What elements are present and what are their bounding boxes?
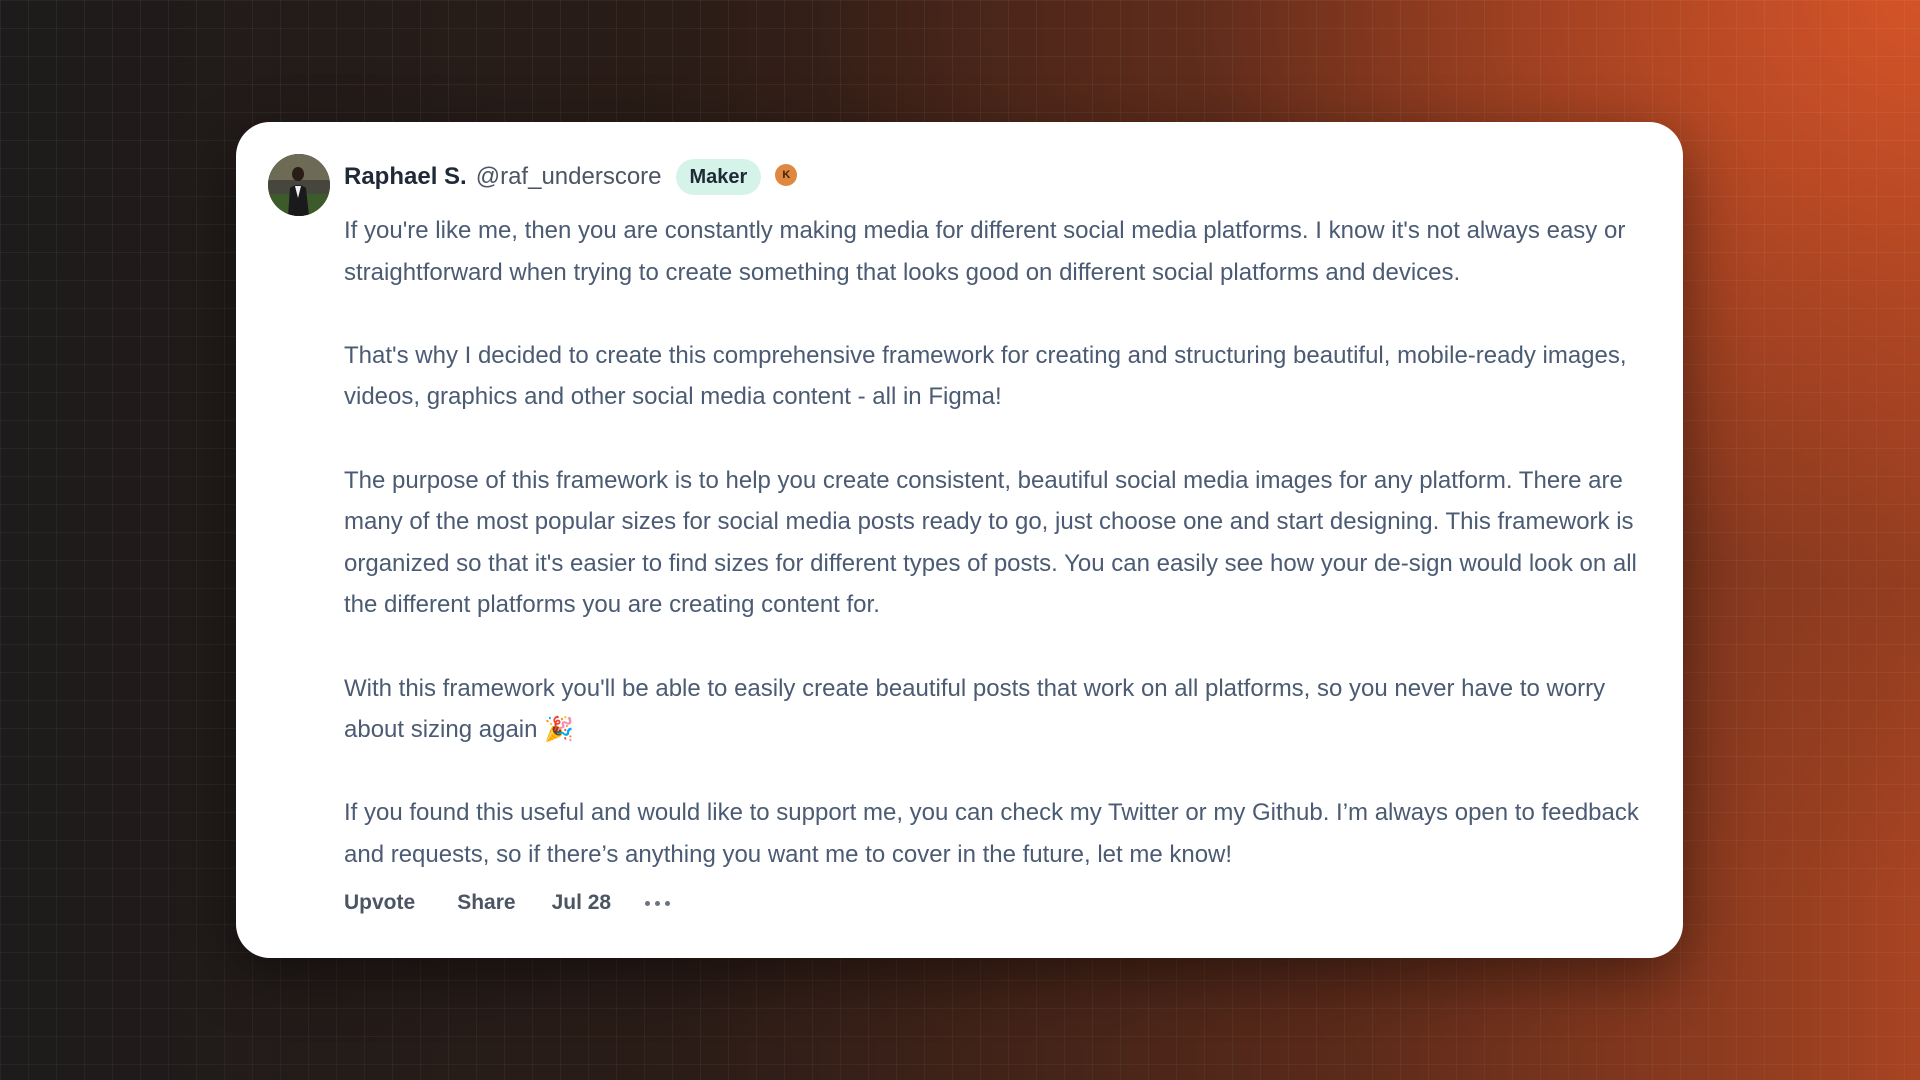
upvote-button[interactable]: Upvote <box>344 891 415 915</box>
more-dot <box>665 900 671 906</box>
comment-actions: Upvote Share Jul 28 <box>344 888 671 918</box>
comment-paragraph: That's why I decided to create this comp… <box>344 341 1627 411</box>
comment-header: Raphael S. @raf_underscore Maker K <box>344 158 798 196</box>
more-dot <box>645 900 651 906</box>
more-horizontal-icon[interactable] <box>645 900 671 906</box>
comment-paragraph: If you found this useful and would like … <box>344 799 1639 868</box>
comment-date[interactable]: Jul 28 <box>552 891 612 915</box>
more-dot <box>655 900 661 906</box>
comment-paragraph: The purpose of this framework is to help… <box>344 466 1637 619</box>
comment-body: If you're like me, then you are constant… <box>344 210 1664 876</box>
avatar-image <box>268 154 330 216</box>
maker-badge: Maker <box>675 159 762 195</box>
comment-paragraph: If you're like me, then you are constant… <box>344 217 1626 286</box>
comment-card: Raphael S. @raf_underscore Maker K If yo… <box>236 122 1683 958</box>
share-button[interactable]: Share <box>457 891 515 915</box>
karma-badge-icon: K <box>775 164 798 186</box>
author-name[interactable]: Raphael S. <box>344 163 467 191</box>
comment-paragraph: With this framework you'll be able to ea… <box>344 674 1606 744</box>
author-handle[interactable]: @raf_underscore <box>476 163 662 191</box>
avatar[interactable] <box>268 154 330 216</box>
